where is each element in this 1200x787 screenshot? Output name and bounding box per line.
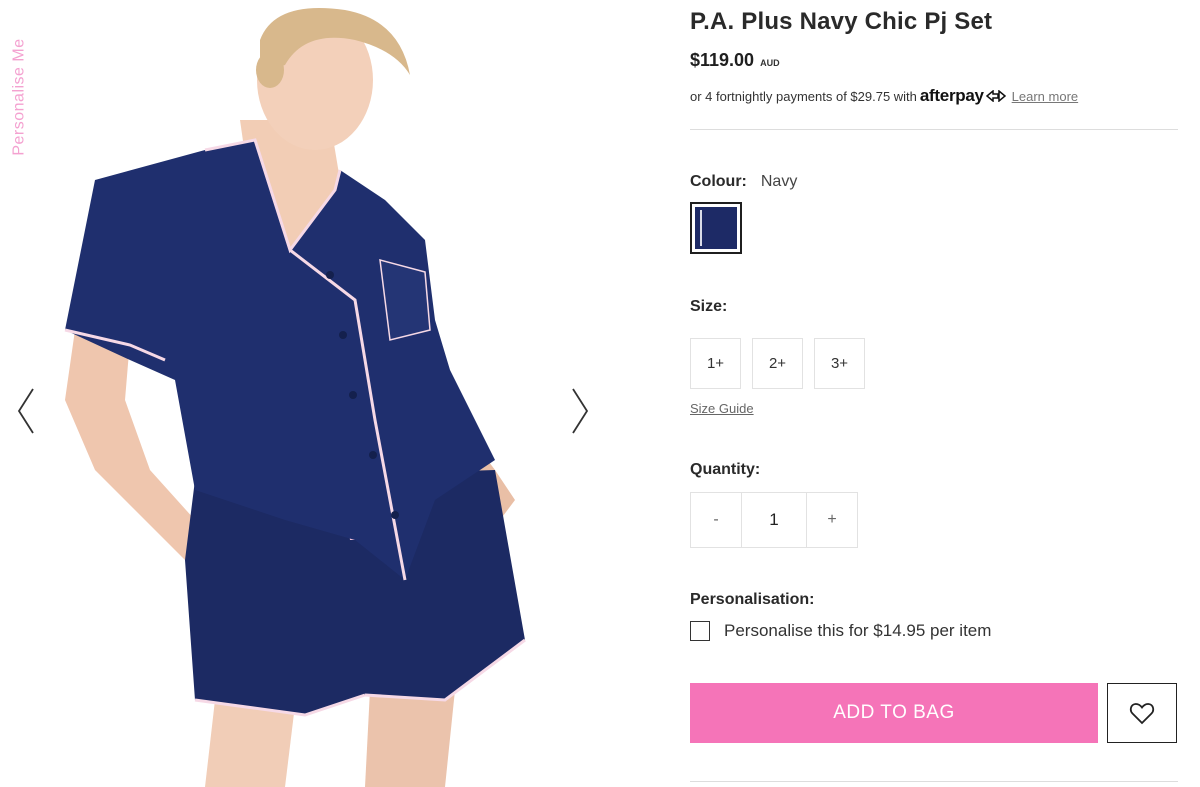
chevron-right-icon [572, 388, 589, 434]
swatch-color [695, 207, 737, 249]
quantity-input[interactable]: 1 [741, 493, 807, 547]
size-label: Size: [690, 298, 728, 315]
product-gallery: Personalise Me [0, 0, 640, 787]
colour-value: Navy [760, 173, 798, 190]
afterpay-text: or 4 fortnightly payments of $29.75 with [690, 88, 917, 104]
quantity-decrease-button[interactable]: - [691, 493, 741, 547]
size-options: 1+ 2+ 3+ [690, 338, 865, 389]
size-option-3plus[interactable]: 3+ [814, 338, 865, 389]
size-guide-link[interactable]: Size Guide [690, 401, 754, 416]
currency-code: AUD [760, 58, 780, 68]
gallery-next-button[interactable] [568, 385, 592, 437]
colour-swatch-navy[interactable] [690, 202, 742, 254]
personalise-option-label: Personalise this for $14.95 per item [724, 621, 992, 640]
size-option-2plus[interactable]: 2+ [752, 338, 803, 389]
quantity-increase-button[interactable]: + [807, 493, 857, 547]
personalise-me-label: Personalise Me [11, 38, 28, 156]
afterpay-arrows-icon [985, 90, 1006, 102]
product-price: $119.00 [690, 50, 755, 70]
quantity-label: Quantity: [690, 461, 761, 478]
wishlist-button[interactable] [1107, 683, 1177, 743]
personalise-checkbox[interactable] [690, 621, 710, 641]
product-image [55, 0, 565, 787]
personalise-me-tab[interactable]: Personalise Me [9, 22, 31, 172]
colour-row: Colour: Navy [690, 173, 797, 191]
size-option-1plus[interactable]: 1+ [690, 338, 741, 389]
personalisation-option: Personalise this for $14.95 per item [690, 621, 991, 641]
add-to-bag-button[interactable]: ADD TO BAG [690, 683, 1098, 743]
afterpay-logo: afterpay [919, 86, 984, 105]
colour-label: Colour: [690, 173, 747, 190]
divider [690, 781, 1178, 782]
gallery-prev-button[interactable] [14, 385, 38, 437]
price-row: $119.00 AUD [690, 50, 780, 71]
afterpay-learn-more-link[interactable]: Learn more [1012, 89, 1078, 104]
personalisation-label: Personalisation: [690, 591, 815, 608]
heart-icon [1129, 703, 1155, 725]
product-details-panel: P.A. Plus Navy Chic Pj Set $119.00 AUD o… [690, 0, 1180, 787]
chevron-left-icon [17, 388, 34, 434]
afterpay-info: or 4 fortnightly payments of $29.75 with… [690, 86, 1078, 106]
divider [690, 129, 1178, 130]
quantity-stepper: - 1 + [690, 492, 858, 548]
product-title: P.A. Plus Navy Chic Pj Set [690, 8, 993, 35]
